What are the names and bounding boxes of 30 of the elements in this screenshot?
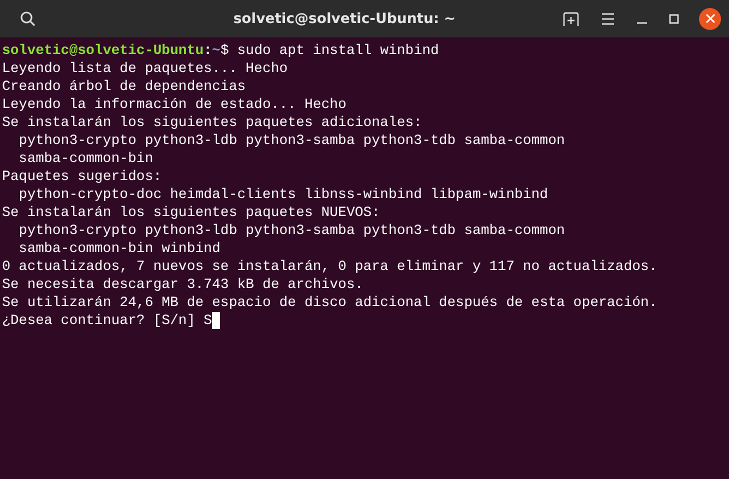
output-line: python3-crypto python3-ldb python3-samba python3-tdb samba-common <box>18 132 565 150</box>
output-line: Creando árbol de dependencias <box>2 78 246 96</box>
typed-answer[interactable]: S <box>204 312 212 330</box>
close-button[interactable] <box>699 8 721 30</box>
output-line: samba-common-bin <box>18 150 154 168</box>
output-line: Se instalarán los siguientes paquetes NUEVOS: <box>2 204 380 222</box>
prompt-symbol: $ <box>220 42 229 60</box>
command-text: sudo apt install winbind <box>237 42 439 60</box>
output-line: Se instalarán los siguientes paquetes adicionales: <box>2 114 422 132</box>
output-line: Leyendo la información de estado... Hecho <box>2 96 346 114</box>
close-icon <box>706 14 714 23</box>
prompt-user-host: solvetic@solvetic-Ubuntu <box>2 42 204 60</box>
output-line: Se necesita descargar 3.743 kB de archivos. <box>2 276 364 294</box>
output-line: python3-crypto python3-ldb python3-samba python3-tdb samba-common <box>18 222 565 240</box>
question-text: ¿Desea continuar? [S/n] <box>2 312 196 330</box>
output-line: Se utilizarán 24,6 MB de espacio de disco adicional después de esta operación. <box>2 294 658 312</box>
maximize-icon <box>669 14 679 24</box>
output-line: 0 actualizados, 7 nuevos se instalarán, 0 para eliminar y 117 no actualizados. <box>2 258 658 276</box>
new-tab-icon <box>563 10 579 26</box>
prompt-path: ~ <box>212 42 220 60</box>
output-line: Leyendo lista de paquetes... Hecho <box>2 60 288 78</box>
text-cursor <box>212 312 220 329</box>
search-icon <box>20 10 36 26</box>
menu-icon <box>601 12 615 24</box>
prompt-separator: : <box>204 42 212 60</box>
minimize-icon <box>637 22 647 24</box>
window-title: solvetic@solvetic-Ubuntu: ~ <box>232 10 457 26</box>
output-line: samba-common-bin winbind <box>18 240 220 258</box>
output-line: Paquetes sugeridos: <box>2 168 162 186</box>
output-line: python-crypto-doc heimdal-clients libnss-winbind libpam-winbind <box>18 186 548 204</box>
